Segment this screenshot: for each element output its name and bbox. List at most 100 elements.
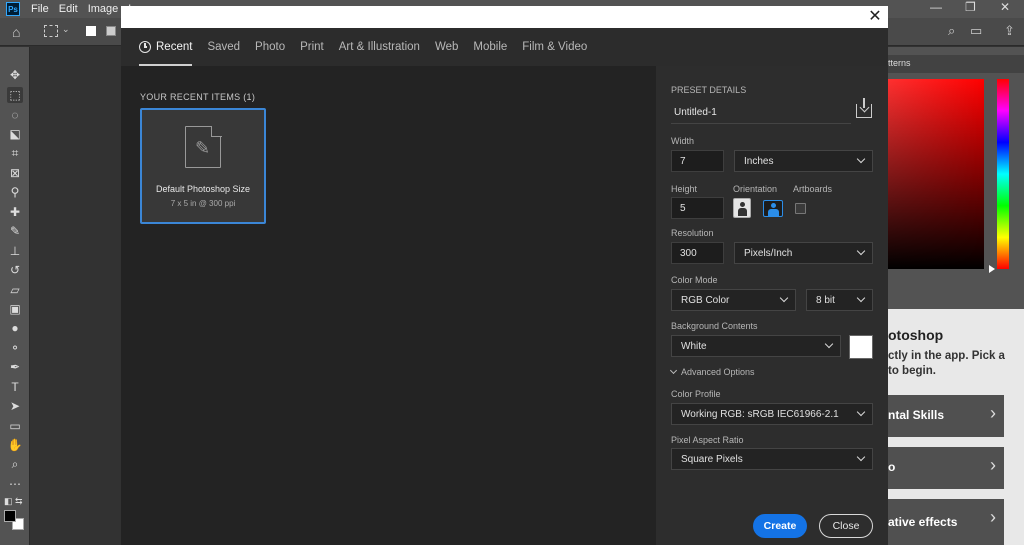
zoom-tool-icon[interactable]: ⌕	[7, 456, 23, 472]
advanced-options-label: Advanced Options	[681, 367, 755, 377]
tab-saved[interactable]: Saved	[207, 28, 240, 66]
portrait-icon-body	[737, 208, 747, 216]
learn-card-label: ative effects	[888, 515, 958, 529]
history-brush-tool-icon[interactable]: ↺	[7, 262, 23, 278]
hand-tool-icon[interactable]: ✋	[7, 437, 23, 453]
chevron-down-icon	[856, 246, 866, 256]
brush-tool-icon[interactable]: ✎	[7, 223, 23, 239]
swap-colors-icon[interactable]: ◧ ⇆	[4, 496, 23, 507]
tab-recent[interactable]: Recent	[139, 28, 193, 66]
resolution-unit-select[interactable]: Pixels/Inch	[734, 242, 873, 264]
move-tool-icon[interactable]: ✥	[7, 67, 23, 83]
hue-slider[interactable]	[997, 79, 1009, 269]
hue-slider-handle[interactable]	[989, 265, 995, 273]
tab-label: Recent	[156, 41, 193, 53]
tab-film-video[interactable]: Film & Video	[522, 28, 587, 66]
tab-photo[interactable]: Photo	[255, 28, 285, 66]
window-close-icon[interactable]: ✕	[1000, 0, 1010, 14]
select-value: Working RGB: sRGB IEC61966-2.1	[681, 408, 839, 420]
portrait-orientation-button[interactable]	[733, 198, 751, 218]
workspace-icon[interactable]: ▭	[970, 23, 982, 39]
stamp-tool-icon[interactable]: ⊥	[7, 243, 23, 259]
resolution-input[interactable]: 300	[671, 242, 724, 264]
close-icon[interactable]: ✕	[866, 8, 884, 26]
marquee-tool-icon[interactable]: ⬚	[7, 87, 23, 103]
learn-card-label: ntal Skills	[888, 408, 945, 422]
close-button[interactable]: Close	[819, 514, 873, 538]
select-value: RGB Color	[681, 294, 730, 306]
dodge-tool-icon[interactable]: ⚬	[7, 340, 23, 356]
learn-panel: otoshop ctly in the app. Pick a to begin…	[888, 309, 1024, 545]
tools-panel: ✥ ⬚ ◌ ⬕ ⌗ ⊠ ⚲ ✚ ✎ ⊥ ↺ ▱ ▣ ● ⚬ ✒ T ➤ ▭ ✋ …	[0, 47, 30, 545]
save-preset-icon[interactable]	[856, 98, 872, 118]
color-picker-field[interactable]	[888, 79, 984, 269]
quick-select-tool-icon[interactable]: ⬕	[7, 126, 23, 142]
recent-item-title: Default Photoshop Size	[155, 184, 251, 194]
dialog-titlebar: ✕	[121, 6, 888, 28]
frame-tool-icon[interactable]: ⊠	[7, 165, 23, 181]
patterns-tab[interactable]: tterns	[888, 58, 911, 68]
learn-card[interactable]: ative effects ›	[888, 499, 1004, 545]
healing-tool-icon[interactable]: ✚	[7, 204, 23, 220]
portrait-icon	[739, 202, 745, 207]
artboards-checkbox[interactable]	[795, 203, 806, 214]
document-name-input[interactable]: Untitled-1	[671, 102, 851, 124]
advanced-options-toggle[interactable]: Advanced Options	[669, 366, 755, 377]
pen-tool-icon[interactable]: ✒	[7, 359, 23, 375]
menu-image[interactable]: Image	[83, 3, 124, 15]
restore-icon[interactable]: ❐	[965, 0, 976, 14]
background-color-swatch[interactable]	[849, 335, 873, 359]
background-contents-select[interactable]: White	[671, 335, 841, 357]
search-icon[interactable]: ⌕	[948, 23, 955, 39]
new-document-dialog: ✕ Recent Saved Photo Print Art & Illustr…	[121, 6, 888, 545]
eyedropper-tool-icon[interactable]: ⚲	[7, 184, 23, 200]
pencil-icon: ✎	[195, 138, 211, 158]
recent-item-card[interactable]: ✎ Default Photoshop Size 7 x 5 in @ 300 …	[140, 108, 266, 224]
tab-art-illustration[interactable]: Art & Illustration	[339, 28, 420, 66]
select-value: White	[681, 340, 707, 352]
path-select-tool-icon[interactable]: ➤	[7, 398, 23, 414]
width-unit-select[interactable]: Inches	[734, 150, 873, 172]
tab-mobile[interactable]: Mobile	[473, 28, 507, 66]
foreground-color-swatch[interactable]	[4, 510, 16, 522]
tab-print[interactable]: Print	[300, 28, 324, 66]
color-mode-label: Color Mode	[671, 275, 718, 285]
width-input[interactable]: 7	[671, 150, 724, 172]
landscape-orientation-button[interactable]	[763, 200, 783, 217]
chevron-right-icon: ›	[990, 403, 996, 423]
gradient-tool-icon[interactable]: ▣	[7, 301, 23, 317]
shape-tool-icon[interactable]: ▭	[7, 418, 23, 434]
minimize-icon[interactable]: —	[930, 0, 942, 14]
height-input[interactable]: 5	[671, 197, 724, 219]
clock-icon	[139, 41, 151, 53]
type-tool-icon[interactable]: T	[7, 379, 23, 395]
crop-tool-icon[interactable]: ⌗	[7, 145, 23, 161]
learn-card[interactable]: ntal Skills ›	[888, 395, 1004, 437]
add-selection-icon[interactable]	[106, 26, 116, 36]
more-tools-icon[interactable]: ⋯	[7, 476, 23, 492]
lasso-tool-icon[interactable]: ◌	[7, 107, 23, 123]
bit-depth-select[interactable]: 8 bit	[806, 289, 873, 311]
tab-web[interactable]: Web	[435, 28, 458, 66]
blur-tool-icon[interactable]: ●	[7, 320, 23, 336]
preset-details-heading: PRESET DETAILS	[671, 85, 747, 95]
home-icon[interactable]: ⌂	[12, 24, 28, 40]
chevron-down-icon[interactable]: ⌄	[62, 24, 70, 35]
orientation-label: Orientation	[733, 184, 778, 194]
color-mode-select[interactable]: RGB Color	[671, 289, 796, 311]
document-icon: ✎	[185, 125, 222, 168]
new-selection-icon[interactable]	[86, 26, 96, 36]
learn-card[interactable]: o ›	[888, 447, 1004, 489]
marquee-option-icon[interactable]	[44, 25, 58, 37]
share-icon[interactable]: ⇪	[1004, 23, 1015, 39]
recent-items-area: YOUR RECENT ITEMS (1) ✎ Default Photosho…	[121, 66, 656, 545]
pixel-aspect-ratio-select[interactable]: Square Pixels	[671, 448, 873, 470]
eraser-tool-icon[interactable]: ▱	[7, 282, 23, 298]
menu-edit[interactable]: Edit	[54, 3, 83, 15]
create-button[interactable]: Create	[753, 514, 807, 538]
dialog-tabs: Recent Saved Photo Print Art & Illustrat…	[121, 28, 888, 66]
chevron-right-icon: ›	[990, 507, 996, 527]
photoshop-window: Ps File Edit Image Lay — ❐ ✕ ⌂ ⌄ ⌕ ▭ ⇪ ✥…	[0, 0, 1024, 545]
color-profile-select[interactable]: Working RGB: sRGB IEC61966-2.1	[671, 403, 873, 425]
menu-file[interactable]: File	[26, 3, 54, 15]
